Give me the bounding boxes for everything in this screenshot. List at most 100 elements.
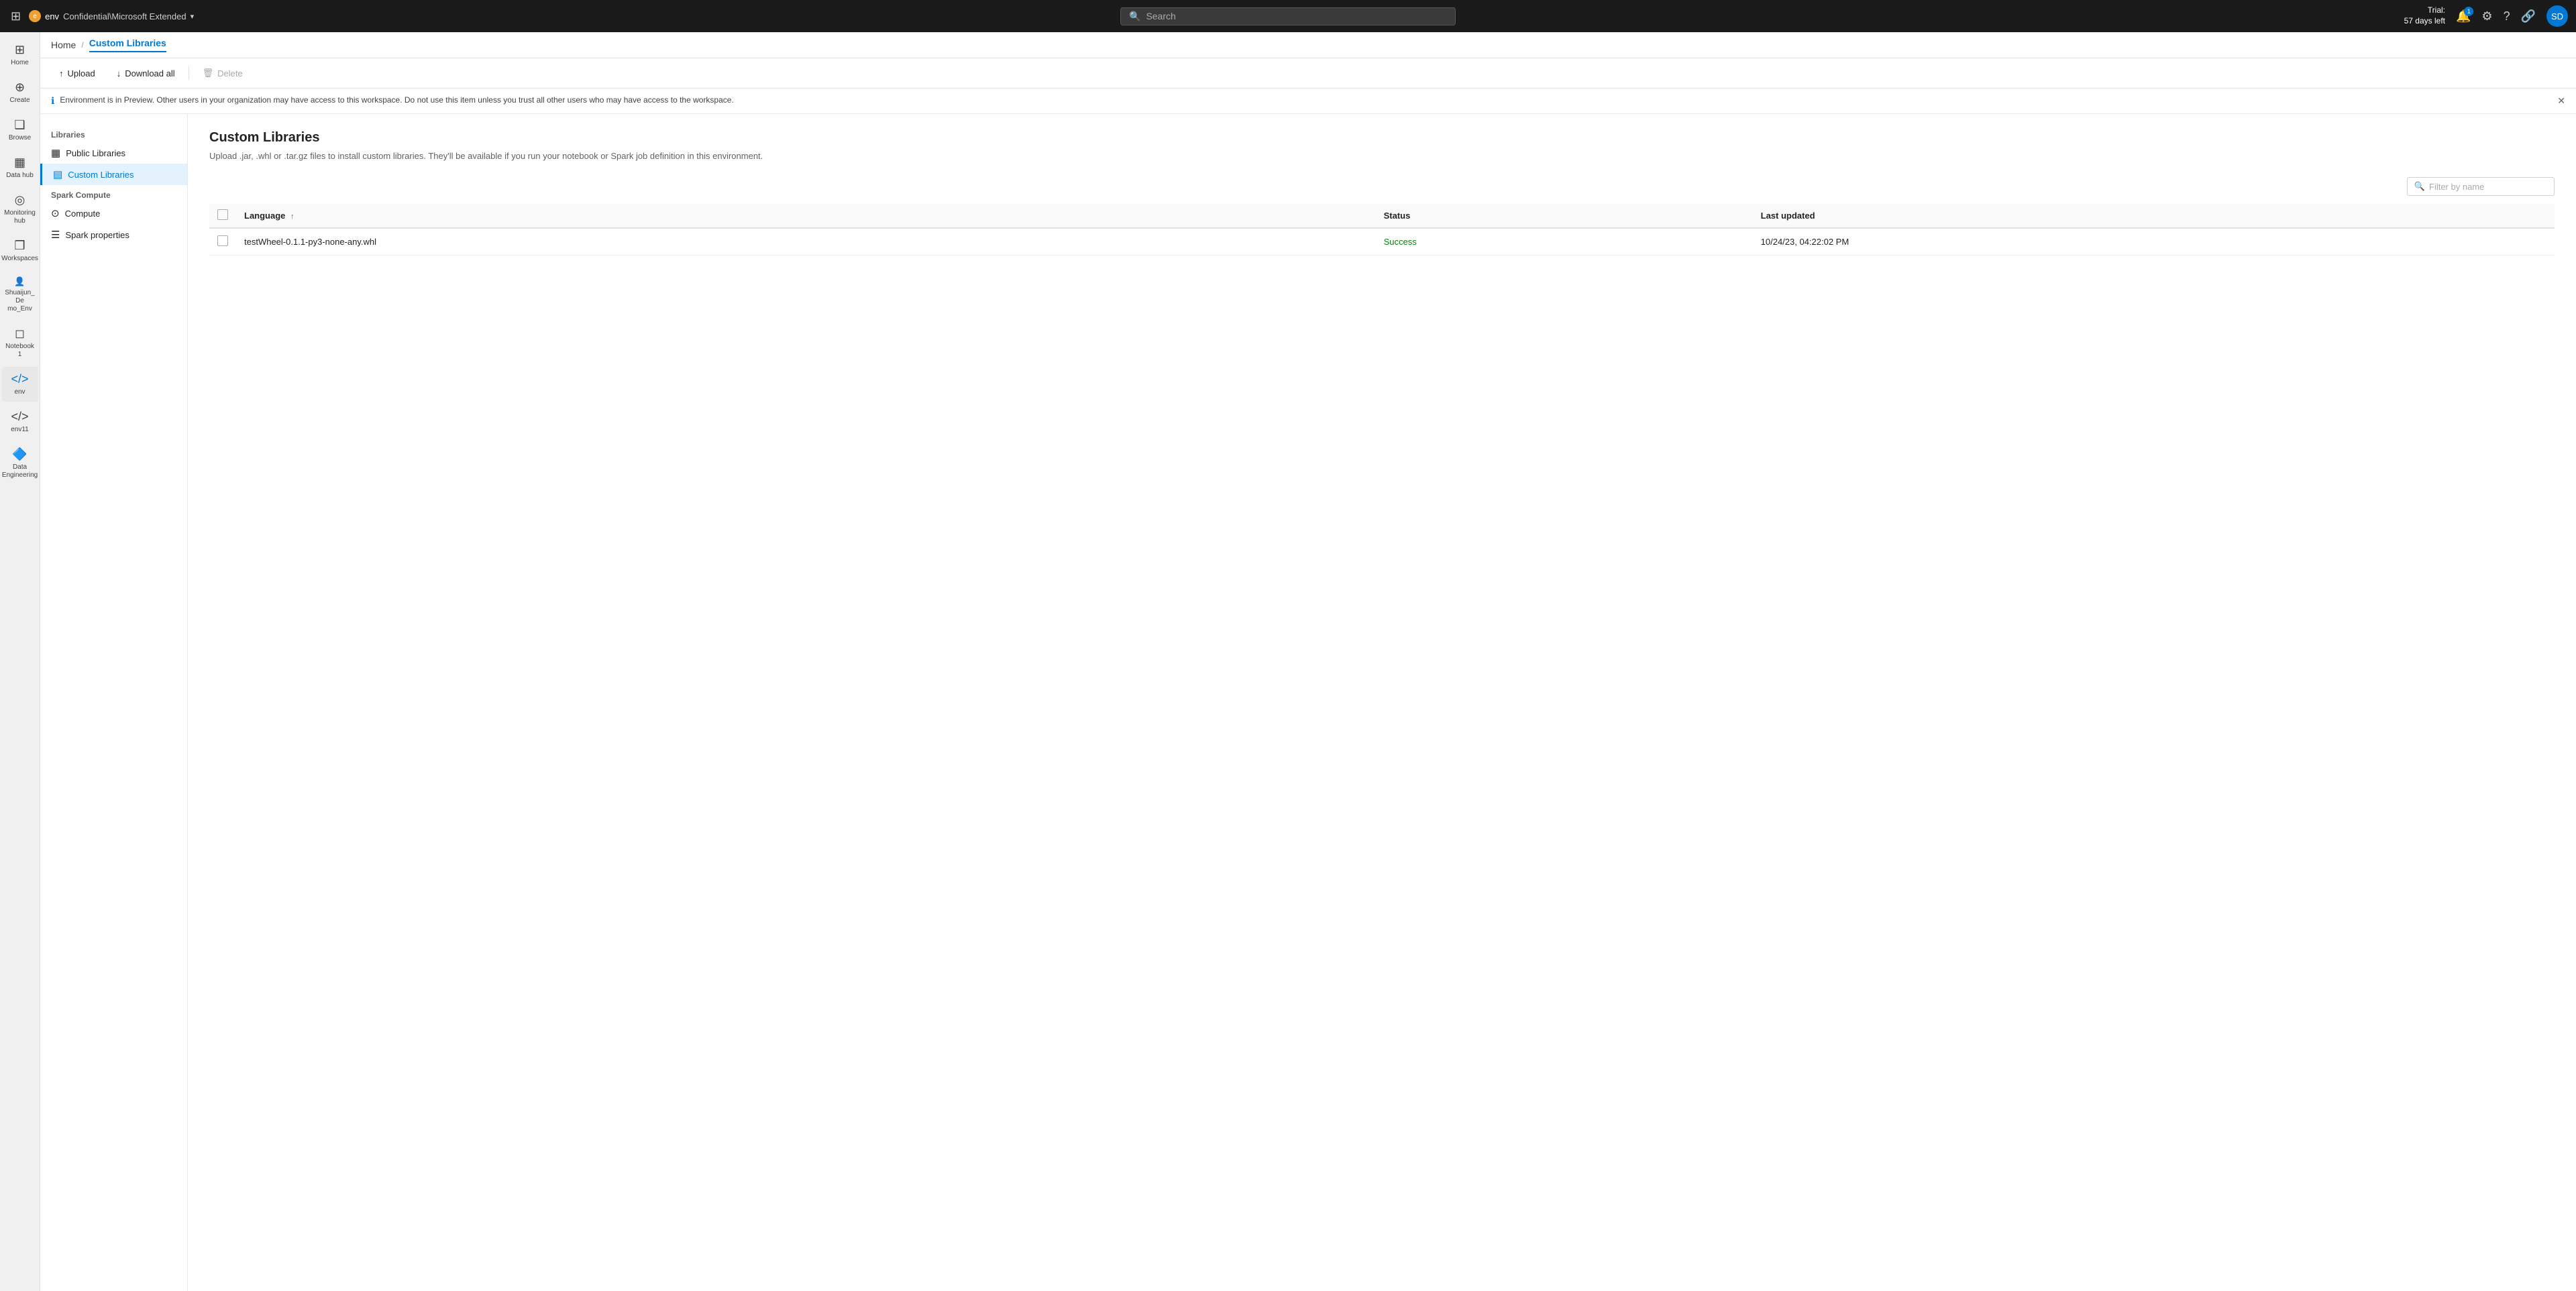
toolbar: ↑ Upload ↓ Download all 🗑 Delete — [40, 58, 2576, 89]
custom-libraries-icon: ▤ — [53, 168, 62, 180]
sort-icon: ↑ — [290, 213, 294, 221]
page-description: Upload .jar, .whl or .tar.gz files to in… — [209, 151, 2555, 161]
filter-search-icon: 🔍 — [2414, 181, 2425, 192]
sidebar-item-home[interactable]: ⊞ Home — [2, 38, 38, 72]
header-language[interactable]: Language ↑ — [236, 204, 1376, 228]
header-status: Status — [1376, 204, 1753, 228]
sidebar-item-browse[interactable]: ❑ Browse — [2, 113, 38, 148]
search-input[interactable] — [1146, 11, 1447, 21]
notebook-icon: ◻ — [15, 327, 25, 341]
sidebar-item-env[interactable]: </> env — [2, 367, 38, 402]
topbar-right: Trial: 57 days left 🔔 1 ⚙ ? 🔗 SD — [2367, 5, 2568, 27]
header-last-updated: Last updated — [1753, 204, 2555, 228]
compute-icon: ⊙ — [51, 207, 60, 219]
page-title: Custom Libraries — [209, 130, 2555, 146]
notification-count: 1 — [2464, 7, 2473, 16]
delete-icon: 🗑 — [203, 68, 214, 78]
home-icon: ⊞ — [15, 43, 25, 57]
upload-label: Upload — [68, 68, 95, 78]
notifications-button[interactable]: 🔔 1 — [2456, 9, 2471, 23]
sidebar-item-home-label: Home — [11, 59, 29, 67]
sidebar-item-env11-label: env11 — [11, 426, 29, 434]
search-icon: 🔍 — [1129, 11, 1140, 22]
sidebar: Libraries ▦ Public Libraries ▤ Custom Li… — [40, 114, 188, 1291]
sidebar-item-notebook1-label: Notebook 1 — [5, 343, 34, 359]
banner-close-button[interactable]: ✕ — [2557, 95, 2565, 107]
sidebar-item-env-label: env — [14, 388, 25, 396]
content-area: Home / Custom Libraries ↑ Upload ↓ Downl… — [40, 32, 2576, 1291]
sidebar-item-create[interactable]: ⊕ Create — [2, 75, 38, 110]
download-all-button[interactable]: ↓ Download all — [109, 64, 183, 82]
download-icon: ↓ — [117, 68, 121, 78]
workspace-chevron-icon[interactable]: ▾ — [191, 12, 195, 21]
data-hub-icon: ▦ — [14, 156, 25, 170]
table-header: Language ↑ Status Last updated — [209, 204, 2555, 228]
sidebar-item-workspaces-label: Workspaces — [1, 255, 38, 263]
upload-button[interactable]: ↑ Upload — [51, 64, 103, 82]
sidebar-item-browse-label: Browse — [9, 134, 31, 142]
sidebar-public-libraries[interactable]: ▦ Public Libraries — [40, 142, 187, 164]
workspace-name: Confidential\Microsoft Extended — [63, 11, 186, 21]
settings-button[interactable]: ⚙ — [2481, 9, 2492, 23]
env-name: env — [45, 11, 59, 21]
share-button[interactable]: 🔗 — [2521, 9, 2536, 23]
help-button[interactable]: ? — [2504, 9, 2510, 23]
sidebar-spark-properties[interactable]: ☰ Spark properties — [40, 224, 187, 245]
sidebar-item-env11[interactable]: </> env11 — [2, 404, 38, 439]
row-checkbox-cell — [209, 228, 236, 256]
sidebar-item-demo-env-label: Shuaijun_ De mo_Env — [5, 289, 34, 313]
sidebar-item-notebook1[interactable]: ◻ Notebook 1 — [2, 321, 38, 364]
left-nav: ⊞ Home ⊕ Create ❑ Browse ▦ Data hub ◎ Mo… — [0, 32, 40, 1291]
table-row: testWheel-0.1.1-py3-none-any.whl Success… — [209, 228, 2555, 256]
sidebar-item-data-hub[interactable]: ▦ Data hub — [2, 150, 38, 185]
table-body: testWheel-0.1.1-py3-none-any.whl Success… — [209, 228, 2555, 256]
browse-icon: ❑ — [14, 118, 25, 132]
trial-badge: Trial: 57 days left — [2404, 5, 2445, 26]
public-libraries-icon: ▦ — [51, 147, 60, 159]
sidebar-compute[interactable]: ⊙ Compute — [40, 203, 187, 224]
demo-env-icon: 👤 — [14, 276, 25, 287]
upload-icon: ↑ — [59, 68, 64, 78]
row-status: Success — [1376, 228, 1753, 256]
delete-button[interactable]: 🗑 Delete — [195, 64, 251, 82]
spark-compute-section-label: Spark Compute — [40, 185, 187, 203]
sidebar-custom-libraries[interactable]: ▤ Custom Libraries — [40, 164, 187, 185]
sidebar-item-monitoring-label: Monitoring hub — [4, 209, 36, 225]
banner-text: Environment is in Preview. Other users i… — [60, 95, 733, 105]
sidebar-item-monitoring-hub[interactable]: ◎ Monitoring hub — [2, 188, 38, 231]
libraries-table: Language ↑ Status Last updated testWheel… — [209, 204, 2555, 256]
topbar-search: 🔍 — [217, 7, 2359, 25]
banner-info-icon: ℹ — [51, 95, 54, 107]
topbar-env: e env Confidential\Microsoft Extended ▾ — [29, 10, 194, 22]
workspaces-icon: ❒ — [14, 239, 25, 253]
row-last-updated: 10/24/23, 04:22:02 PM — [1753, 228, 2555, 256]
download-label: Download all — [125, 68, 174, 78]
env-icon: e — [29, 10, 41, 22]
sidebar-item-demo-env[interactable]: 👤 Shuaijun_ De mo_Env — [2, 271, 38, 319]
spark-properties-icon: ☰ — [51, 229, 60, 241]
breadcrumb-home[interactable]: Home — [51, 40, 76, 50]
sidebar-item-data-engineering-label: Data Engineering — [2, 463, 38, 480]
inner-layout: Libraries ▦ Public Libraries ▤ Custom Li… — [40, 114, 2576, 1291]
search-box: 🔍 — [1120, 7, 1456, 25]
sidebar-item-data-hub-label: Data hub — [6, 172, 34, 180]
env11-nav-icon: </> — [11, 410, 28, 424]
breadcrumb: Home / Custom Libraries — [40, 32, 2576, 58]
delete-label: Delete — [217, 68, 243, 78]
sidebar-item-workspaces[interactable]: ❒ Workspaces — [2, 233, 38, 268]
status-badge: Success — [1384, 237, 1417, 247]
select-all-checkbox[interactable] — [217, 209, 228, 220]
table-header-row: 🔍 — [209, 177, 2555, 196]
sidebar-custom-libraries-label: Custom Libraries — [68, 170, 133, 180]
filter-input-container: 🔍 — [2407, 177, 2555, 196]
row-checkbox[interactable] — [217, 235, 228, 246]
breadcrumb-current: Custom Libraries — [89, 38, 166, 52]
sidebar-compute-label: Compute — [65, 209, 101, 219]
apps-icon[interactable]: ⊞ — [8, 7, 23, 26]
sidebar-public-libraries-label: Public Libraries — [66, 148, 125, 158]
filter-input[interactable] — [2429, 182, 2547, 192]
sidebar-item-data-engineering[interactable]: 🔷 Data Engineering — [2, 442, 38, 485]
sidebar-item-create-label: Create — [9, 97, 30, 105]
header-checkbox-cell — [209, 204, 236, 228]
avatar[interactable]: SD — [2546, 5, 2568, 27]
